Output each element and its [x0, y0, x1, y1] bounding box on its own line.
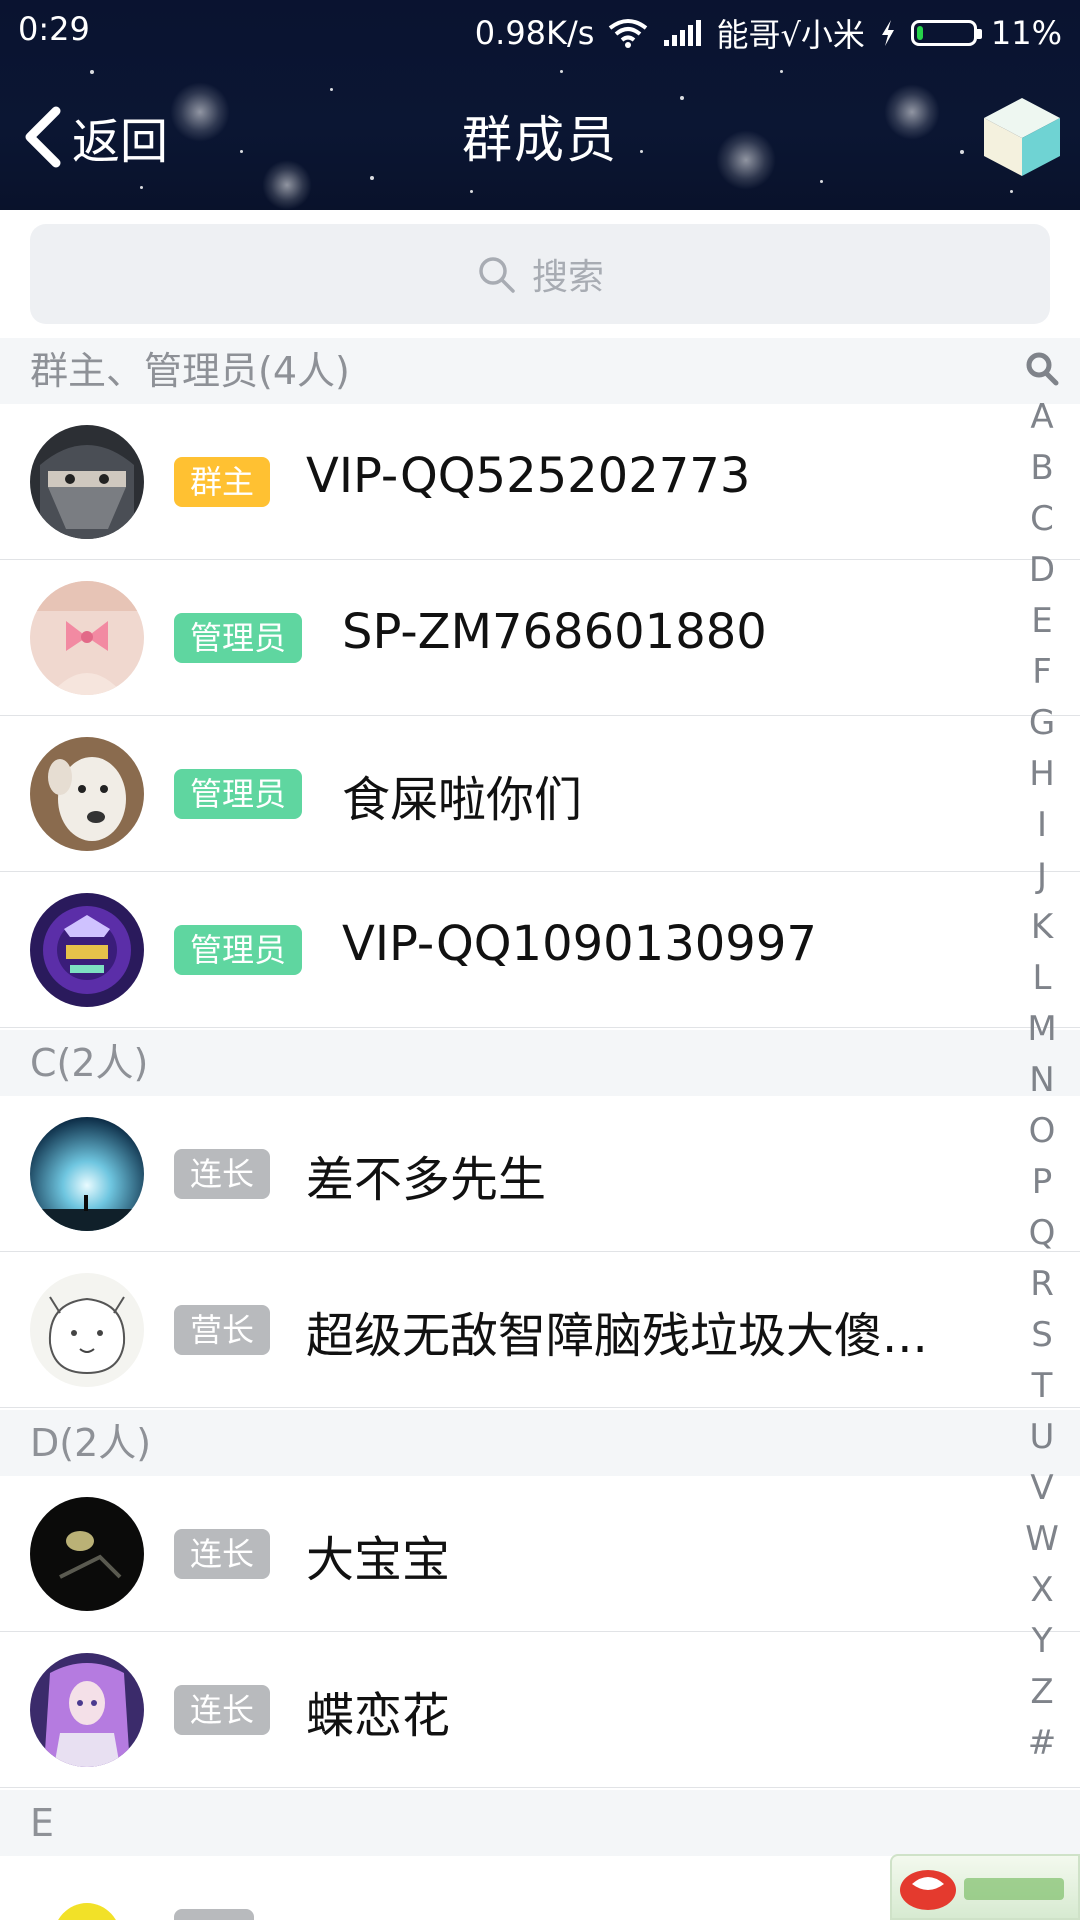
avatar	[30, 1653, 144, 1767]
member-row[interactable]: 连长 蝶恋花	[0, 1632, 1080, 1788]
index-letter[interactable]: H	[1025, 749, 1059, 800]
section-header-c: C(2人)	[0, 1030, 1080, 1096]
index-letter[interactable]: L	[1025, 953, 1059, 1004]
index-letter[interactable]: N	[1025, 1055, 1059, 1106]
status-right: 0.98K/s 能哥√小米 11%	[475, 10, 1062, 56]
watermark-logo	[890, 1854, 1080, 1920]
avatar	[30, 737, 144, 851]
index-letter[interactable]: T	[1025, 1361, 1059, 1412]
battery-fill	[916, 26, 923, 40]
member-row[interactable]: 群主 VIP-QQ525202773	[0, 404, 1080, 560]
member-row[interactable]: 连长 大宝宝	[0, 1476, 1080, 1632]
index-letter[interactable]: G	[1025, 698, 1059, 749]
index-letter-list: A B C D E F G H I J K L M N O P Q R S T U V W X Y Z #	[1025, 392, 1059, 1769]
index-letter[interactable]: J	[1025, 851, 1059, 902]
index-letter[interactable]: K	[1025, 902, 1059, 953]
cube-icon[interactable]	[978, 92, 1066, 180]
role-badge: 连长	[174, 1149, 271, 1199]
search-area: 搜索	[0, 210, 1080, 338]
index-letter[interactable]: R	[1025, 1259, 1059, 1310]
index-letter[interactable]: D	[1025, 545, 1059, 596]
status-bar: 0:29 0.98K/s 能哥√小米 11%	[0, 0, 1080, 62]
index-letter[interactable]: O	[1025, 1106, 1059, 1157]
avatar	[30, 1497, 144, 1611]
index-letter[interactable]: M	[1025, 1004, 1059, 1055]
search-input[interactable]: 搜索	[30, 224, 1050, 324]
battery-icon	[910, 20, 982, 46]
index-letter[interactable]: #	[1025, 1718, 1059, 1769]
role-badge: 营长	[174, 1305, 271, 1355]
battery-tip	[976, 29, 982, 39]
page-title: 群成员	[462, 111, 618, 169]
index-letter[interactable]: Q	[1025, 1208, 1059, 1259]
index-letter[interactable]: U	[1025, 1412, 1059, 1463]
index-letter[interactable]: S	[1025, 1310, 1059, 1361]
carrier-name: 能哥√小米	[716, 16, 865, 54]
search-icon	[479, 257, 515, 293]
member-row[interactable]: 管理员 SP-ZM768601880	[0, 560, 1080, 716]
member-name: SP-ZM768601880	[342, 604, 767, 660]
avatar	[30, 581, 144, 695]
avatar	[30, 893, 144, 1007]
role-badge: 管理员	[174, 925, 303, 975]
role-badge: 连长	[174, 1685, 271, 1735]
index-letter[interactable]: P	[1025, 1157, 1059, 1208]
wifi-icon	[609, 19, 648, 48]
index-letter[interactable]: Z	[1025, 1667, 1059, 1718]
section-header-e: E	[0, 1790, 1080, 1856]
member-name: 超级无敌智障脑残垃圾大傻...	[306, 1308, 928, 1364]
member-row[interactable]: 管理员 VIP-QQ1090130997	[0, 872, 1080, 1028]
member-name: 蝶恋花	[306, 1688, 451, 1744]
avatar	[30, 1273, 144, 1387]
status-time: 0:29	[18, 10, 90, 48]
role-badge	[174, 1909, 254, 1920]
member-row[interactable]: 连长 差不多先生	[0, 1096, 1080, 1252]
avatar	[30, 425, 144, 539]
battery-percent: 11%	[990, 14, 1062, 52]
nav-bar: 返回 群成员	[0, 62, 1080, 210]
index-letter[interactable]: F	[1025, 647, 1059, 698]
role-badge: 连长	[174, 1529, 271, 1579]
role-badge: 管理员	[174, 613, 303, 663]
header: 0:29 0.98K/s 能哥√小米 11% 返回 群成员	[0, 0, 1080, 210]
member-row[interactable]: 管理员 食屎啦你们	[0, 716, 1080, 872]
index-letter[interactable]: V	[1025, 1463, 1059, 1514]
alphabet-index[interactable]: A B C D E F G H I J K L M N O P Q R S T U V W X Y Z #	[1010, 348, 1074, 1769]
group-members-screen: 0:29 0.98K/s 能哥√小米 11% 返回 群成员 搜索 群主、管理员(…	[0, 0, 1080, 1920]
index-letter[interactable]: X	[1025, 1565, 1059, 1616]
index-letter[interactable]: A	[1025, 392, 1059, 443]
member-name: 食屎啦你们	[342, 772, 583, 828]
network-speed: 0.98K/s	[474, 14, 595, 52]
index-letter[interactable]: B	[1025, 443, 1059, 494]
signal-icon	[664, 20, 702, 46]
avatar	[30, 1877, 144, 1920]
role-badge: 管理员	[174, 769, 303, 819]
index-letter[interactable]: Y	[1025, 1616, 1059, 1667]
member-name: 大宝宝	[306, 1532, 451, 1588]
section-header-admins: 群主、管理员(4人)	[0, 338, 1080, 404]
member-row[interactable]: 营长 超级无敌智障脑残垃圾大傻...	[0, 1252, 1080, 1408]
search-placeholder: 搜索	[531, 257, 604, 298]
avatar	[30, 1117, 144, 1231]
search-icon[interactable]	[1024, 348, 1060, 388]
index-letter[interactable]: C	[1025, 494, 1059, 545]
index-letter[interactable]: E	[1025, 596, 1059, 647]
index-letter[interactable]: W	[1025, 1514, 1059, 1565]
member-name: 差不多先生	[306, 1152, 547, 1208]
index-letter[interactable]: I	[1025, 800, 1059, 851]
charging-icon	[881, 20, 894, 46]
member-name: VIP-QQ1090130997	[342, 916, 817, 972]
role-badge: 群主	[174, 457, 271, 507]
member-name: VIP-QQ525202773	[306, 448, 751, 504]
section-header-d: D(2人)	[0, 1410, 1080, 1476]
